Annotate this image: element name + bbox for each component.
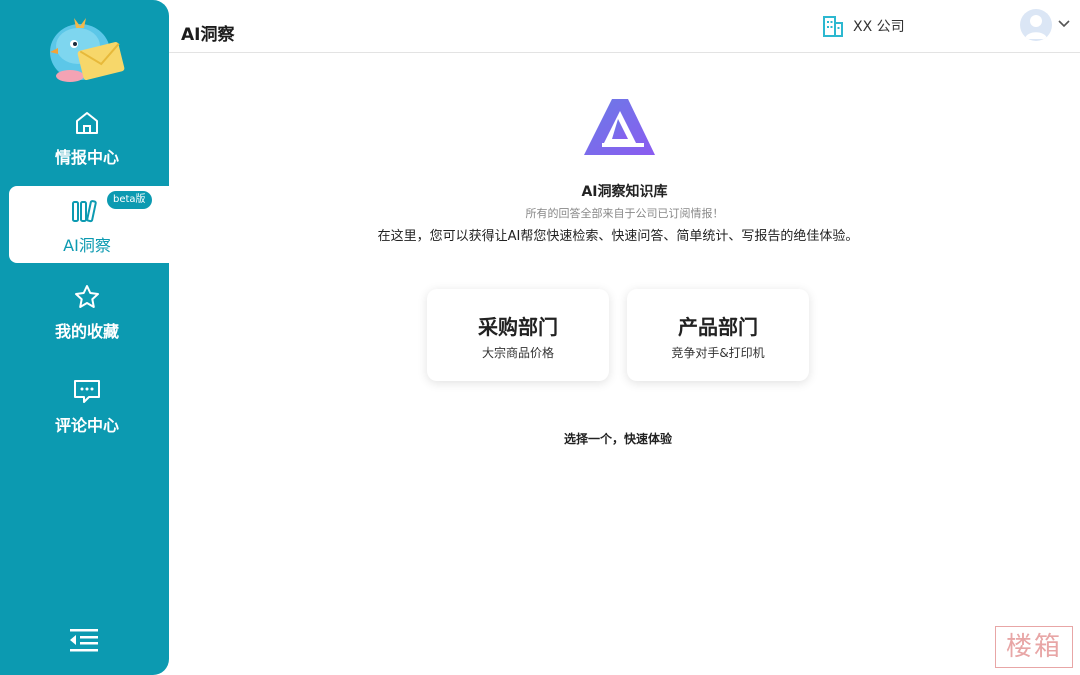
star-icon	[75, 285, 99, 308]
ai-knowledge-base-logo	[584, 99, 655, 155]
building-icon	[823, 16, 843, 37]
avatar-icon	[1025, 15, 1047, 39]
knowledge-base-description: 在这里，您可以获得让AI帮您快速检索、快速问答、简单统计、写报告的绝佳体验。	[377, 229, 859, 244]
card-product-department[interactable]: 产品部门 竞争对手&打印机	[627, 289, 809, 381]
sidebar-item-my-favorites[interactable]: 我的收藏	[0, 278, 169, 356]
app-window: 情报中心 beta版 AI洞察 我的收藏 评论中心 AI洞察 XX 公司 AI洞…	[0, 0, 1080, 675]
company-selector[interactable]: XX 公司	[821, 14, 905, 38]
card-title: 采购部门	[478, 315, 558, 339]
watermark-stamp: 楼箱	[995, 626, 1073, 668]
company-name: XX 公司	[853, 19, 905, 35]
beta-badge: beta版	[107, 191, 152, 209]
card-title: 产品部门	[678, 315, 758, 339]
sidebar-item-label: 评论中心	[54, 416, 119, 435]
knowledge-base-subtitle: 所有的回答全部来自于公司已订阅情报！	[525, 207, 724, 220]
sidebar-item-intelligence-center[interactable]: 情报中心	[0, 104, 169, 182]
comment-icon	[74, 380, 100, 403]
sidebar-item-label: AI洞察	[63, 236, 111, 255]
card-subtitle: 竞争对手&打印机	[671, 346, 765, 360]
sidebar: 情报中心 beta版 AI洞察 我的收藏 评论中心	[0, 0, 169, 675]
top-header: AI洞察 XX 公司	[169, 0, 1080, 53]
quick-start-hint: 选择一个，快速体验	[563, 432, 672, 446]
home-icon	[76, 112, 98, 134]
sidebar-item-label: 情报中心	[54, 148, 119, 167]
main-content: AI洞察知识库 所有的回答全部来自于公司已订阅情报！ 在这里，您可以获得让AI帮…	[169, 54, 1080, 675]
knowledge-base-title: AI洞察知识库	[581, 184, 668, 200]
sidebar-item-ai-insight[interactable]: beta版 AI洞察	[9, 186, 169, 263]
collapse-menu-icon[interactable]	[66, 626, 100, 654]
sidebar-item-comment-center[interactable]: 评论中心	[0, 372, 169, 450]
page-title: AI洞察	[181, 25, 235, 45]
card-subtitle: 大宗商品价格	[481, 346, 554, 360]
card-procurement-department[interactable]: 采购部门 大宗商品价格	[427, 289, 609, 381]
avatar[interactable]	[1020, 9, 1052, 41]
user-menu[interactable]	[1020, 9, 1074, 41]
chevron-down-icon[interactable]	[1058, 19, 1070, 29]
books-icon	[72, 200, 97, 223]
sidebar-item-label: 我的收藏	[54, 322, 119, 341]
bird-mail-logo	[50, 18, 125, 82]
